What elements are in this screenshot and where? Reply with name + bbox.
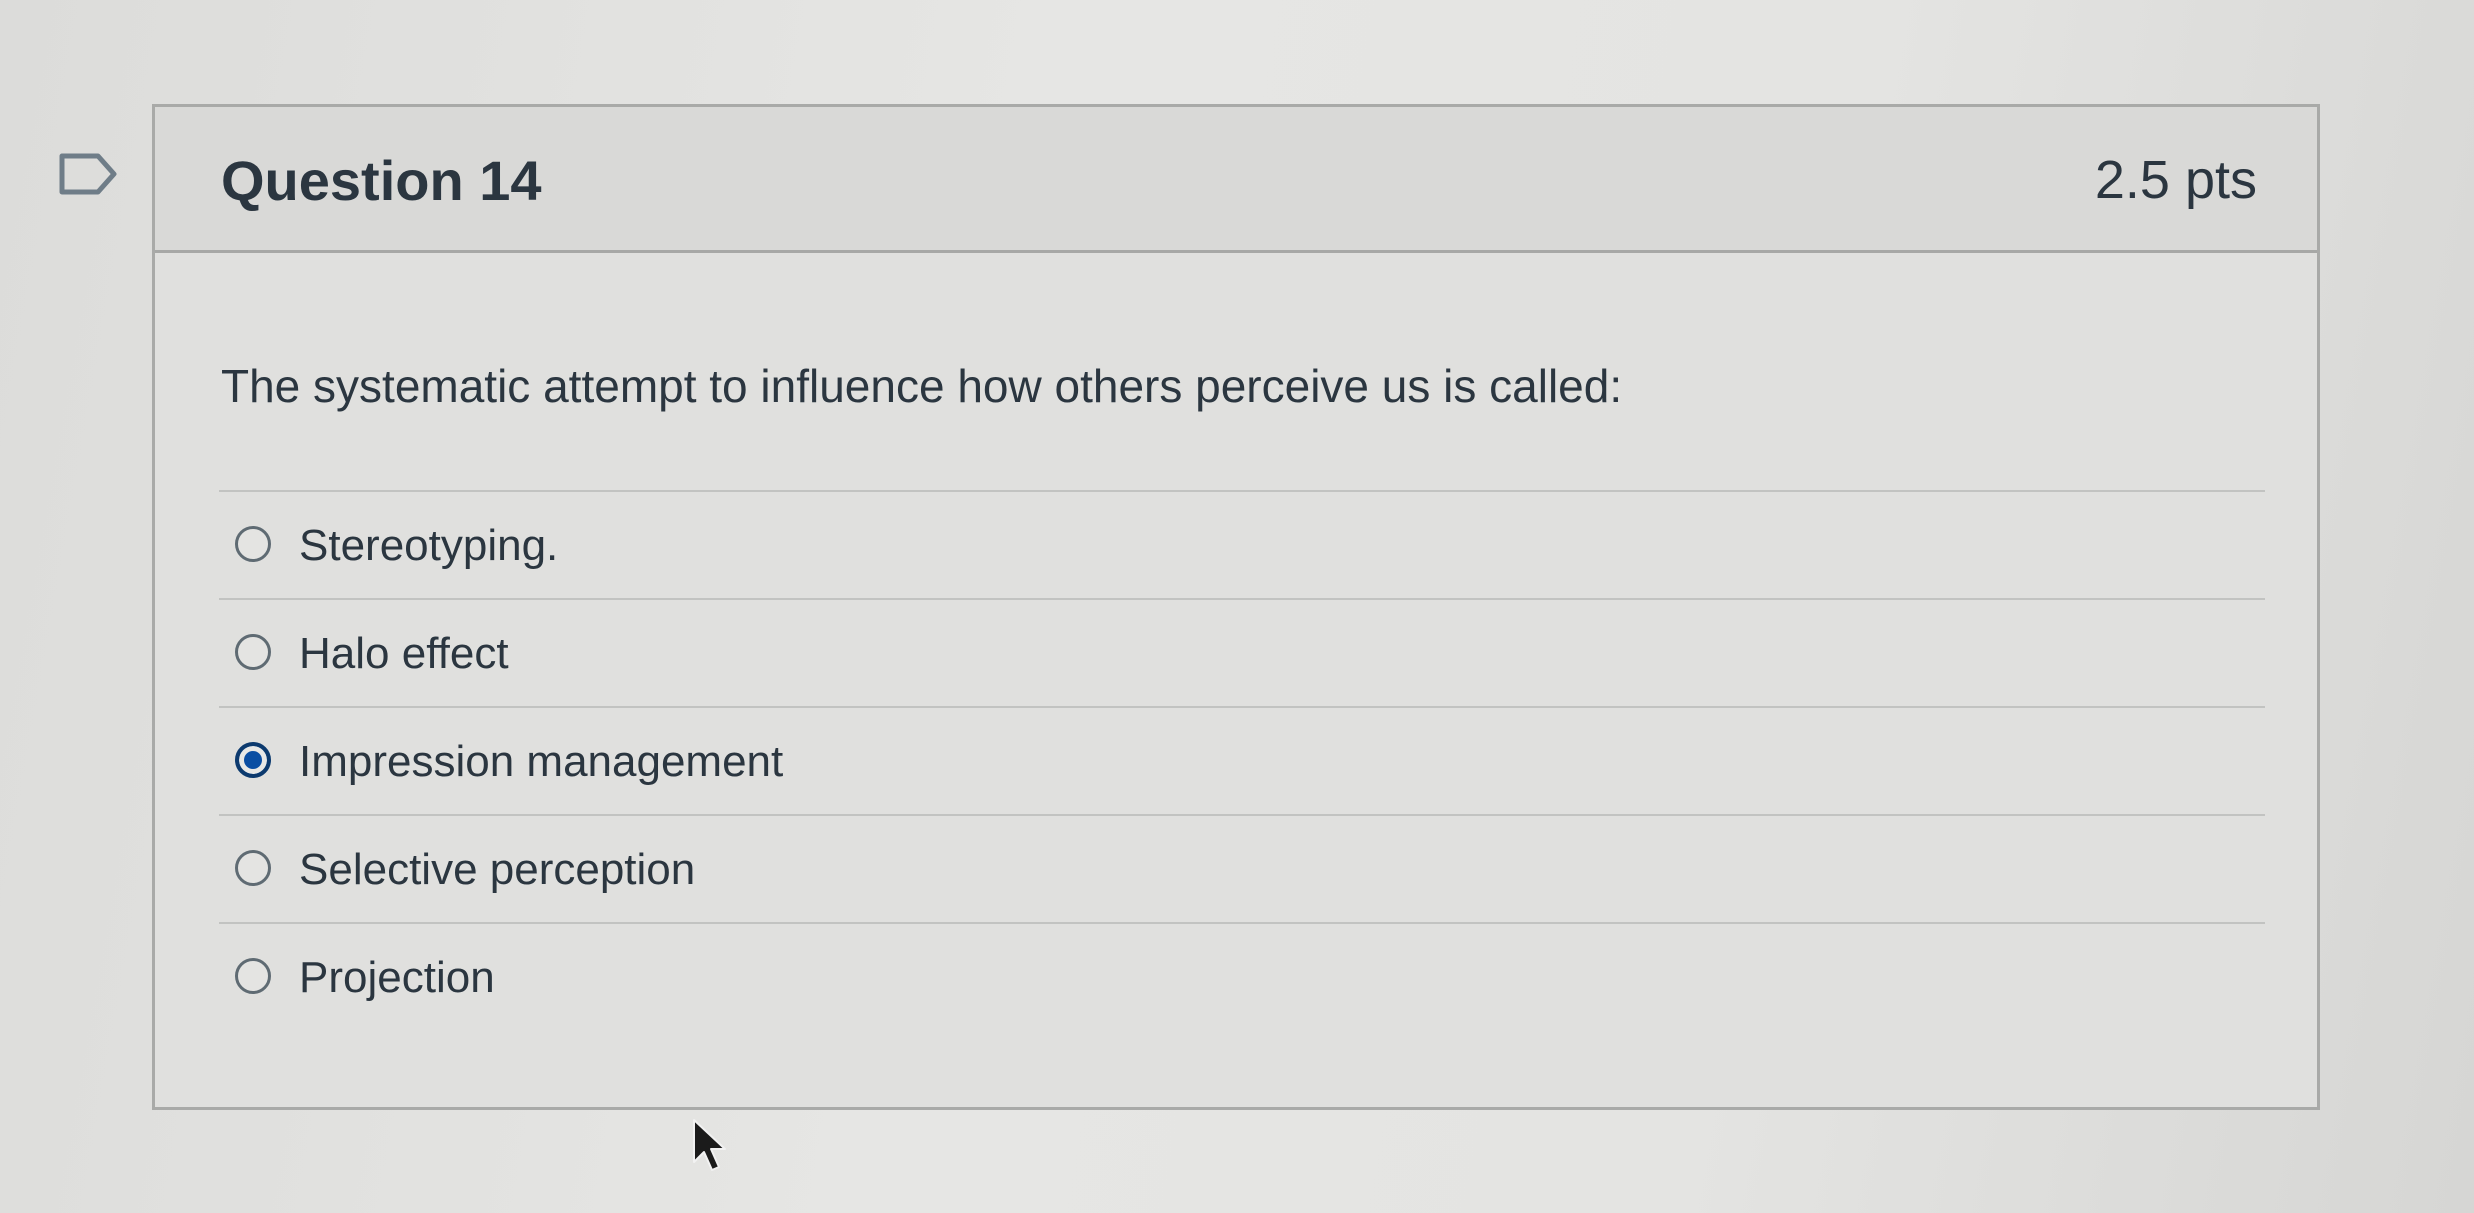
radio-button[interactable] (235, 634, 271, 670)
flag-question-icon[interactable] (58, 150, 120, 198)
answer-option-stereotyping[interactable]: Stereotyping. (219, 492, 2265, 600)
answer-label[interactable]: Selective perception (299, 848, 695, 892)
answer-label[interactable]: Projection (299, 956, 495, 1000)
question-title: Question 14 (221, 149, 542, 212)
question-text: The systematic attempt to influence how … (221, 360, 1623, 412)
answer-label[interactable]: Stereotyping. (299, 524, 558, 568)
radio-button-selected[interactable] (235, 742, 271, 778)
answer-label[interactable]: Halo effect (299, 632, 509, 676)
answer-option-selective-perception[interactable]: Selective perception (219, 816, 2265, 924)
quiz-page: Question 14 2.5 pts The systematic attem… (0, 0, 2474, 1213)
mouse-pointer-icon (693, 1119, 726, 1171)
radio-button[interactable] (235, 958, 271, 994)
answer-option-impression-management[interactable]: Impression management (219, 708, 2265, 816)
question-header: Question 14 2.5 pts (155, 107, 2317, 253)
question-points: 2.5 pts (2094, 150, 2257, 210)
answer-option-projection[interactable]: Projection (219, 924, 2265, 1032)
answer-list: Stereotyping. Halo effect Impression man… (219, 490, 2265, 1032)
answer-option-halo-effect[interactable]: Halo effect (219, 600, 2265, 708)
answer-label[interactable]: Impression management (299, 740, 783, 784)
question-card: Question 14 2.5 pts The systematic attem… (152, 104, 2320, 1110)
radio-button[interactable] (235, 850, 271, 886)
radio-button[interactable] (235, 526, 271, 562)
